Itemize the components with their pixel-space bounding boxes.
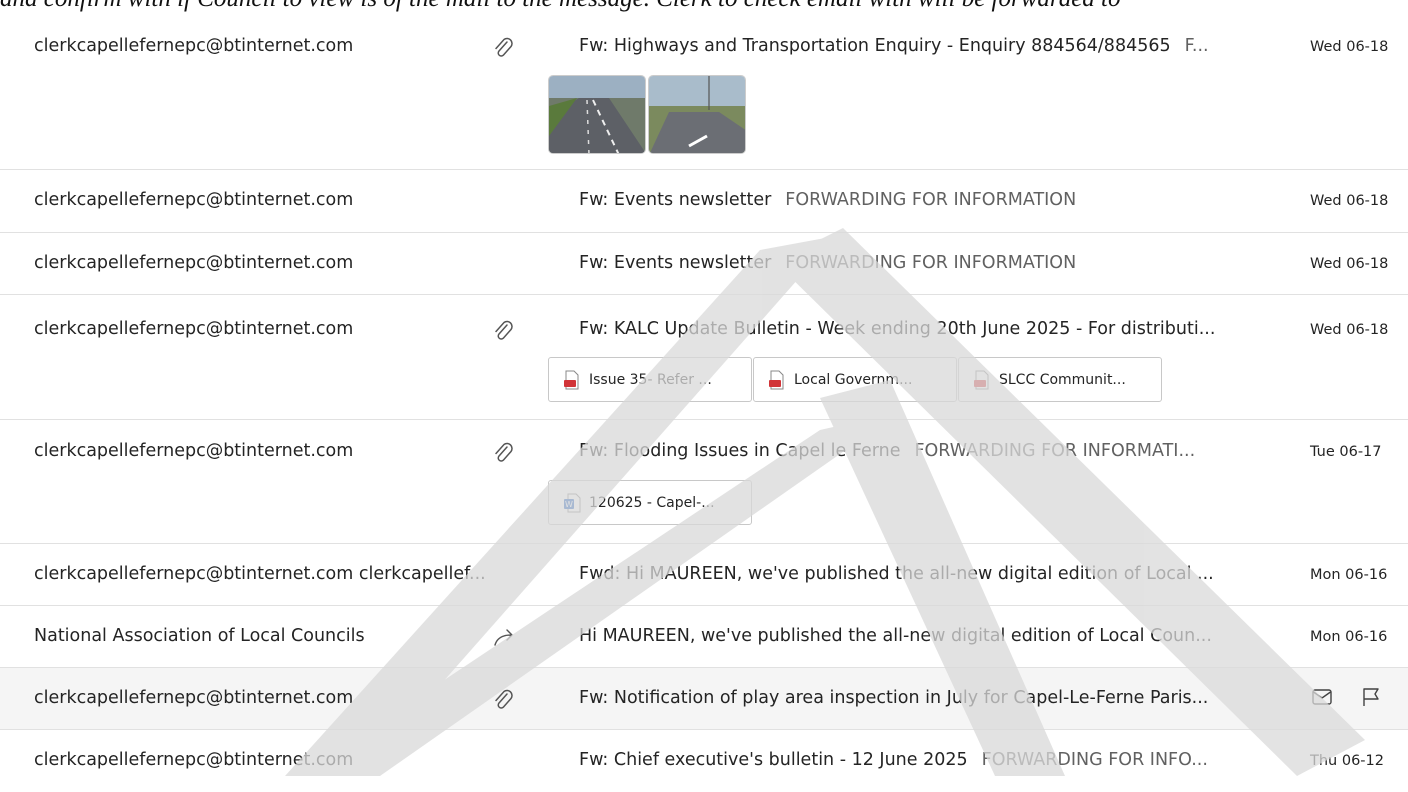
message-subject: Fwd: Hi MAUREEN, we've published the all…: [579, 564, 1267, 584]
svg-text:W: W: [565, 500, 573, 509]
word-icon: W: [563, 493, 581, 513]
sender-name: clerkcapellefernepc@btinternet.com: [34, 36, 354, 56]
sender-name: clerkcapellefernepc@btinternet.com clerk…: [34, 564, 486, 584]
preview-text: FORWARDING FOR INFORMATION: [785, 253, 1077, 273]
pdf-icon: [973, 370, 991, 390]
road-photo-thumbnail[interactable]: [548, 75, 646, 154]
message-subject: Fw: Events newsletter FORWARDING FOR INFO…: [579, 253, 1267, 273]
message-row[interactable]: clerkcapellefernepc@btinternet.com Fw: E…: [0, 233, 1408, 295]
subject-text: Fwd: Hi MAUREEN, we've published the all…: [579, 564, 1214, 584]
message-row[interactable]: clerkcapellefernepc@btinternet.com Fw: E…: [0, 170, 1408, 233]
sender-name: clerkcapellefernepc@btinternet.com: [34, 441, 354, 461]
subject-text: Fw: KALC Update Bulletin - Week ending 2…: [579, 319, 1216, 339]
paperclip-icon: [492, 36, 520, 60]
sender-name: clerkcapellefernepc@btinternet.com: [34, 750, 354, 770]
attachment-name: Issue 35- Refer ...: [589, 371, 712, 388]
preview-text: FORWARDING FOR INFORMATI...: [914, 441, 1196, 461]
paperclip-icon: [492, 319, 520, 343]
message-date: Wed 06-18: [1310, 193, 1389, 209]
message-row[interactable]: clerkcapellefernepc@btinternet.com Fw: C…: [0, 730, 1408, 792]
pdf-icon: [768, 370, 786, 390]
subject-text: Fw: Flooding Issues in Capel le Ferne: [579, 441, 901, 461]
message-row[interactable]: clerkcapellefernepc@btinternet.com Fw: K…: [0, 295, 1408, 420]
flag-icon[interactable]: [1359, 685, 1383, 713]
top-partial-text: and confirm with if Council to view is o…: [0, 0, 1408, 24]
message-row[interactable]: clerkcapellefernepc@btinternet.com Fw: F…: [0, 420, 1408, 544]
sender-name: National Association of Local Councils: [34, 626, 365, 646]
sender-name: clerkcapellefernepc@btinternet.com: [34, 253, 354, 273]
attachment-chip[interactable]: Local Governm...: [753, 357, 957, 402]
attachment-chip[interactable]: Issue 35- Refer ...: [548, 357, 752, 402]
message-row[interactable]: clerkcapellefernepc@btinternet.com Fw: H…: [0, 22, 1408, 170]
preview-text: F...: [1184, 36, 1209, 56]
subject-text: Fw: Notification of play area inspection…: [579, 688, 1209, 708]
envelope-icon[interactable]: [1310, 685, 1334, 713]
message-date: Wed 06-18: [1310, 322, 1389, 338]
sender-name: clerkcapellefernepc@btinternet.com: [34, 190, 354, 210]
message-row[interactable]: National Association of Local Councils H…: [0, 606, 1408, 668]
message-subject: Fw: Chief executive's bulletin - 12 June…: [579, 750, 1267, 770]
message-date: Tue 06-17: [1310, 444, 1382, 460]
message-subject: Fw: Flooding Issues in Capel le Ferne FOR…: [579, 441, 1267, 461]
subject-text: Fw: Events newsletter: [579, 190, 772, 210]
message-subject: Fw: Highways and Transportation Enquiry …: [579, 36, 1267, 56]
attachment-chip[interactable]: W 120625 - Capel-...: [548, 480, 752, 525]
message-date: Mon 06-16: [1310, 629, 1388, 645]
message-date: Mon 06-16: [1310, 567, 1388, 583]
row-actions: [1310, 685, 1383, 713]
message-subject: Fw: Notification of play area inspection…: [579, 688, 1267, 708]
message-subject: Fw: Events newsletter FORWARDING FOR INFO…: [579, 190, 1267, 210]
subject-text: Hi MAUREEN, we've published the all-new …: [579, 626, 1212, 646]
message-subject: Hi MAUREEN, we've published the all-new …: [579, 626, 1267, 646]
attachment-name: 120625 - Capel-...: [589, 494, 715, 511]
paperclip-icon: [492, 688, 520, 712]
road-photo-thumbnail[interactable]: [648, 75, 746, 154]
preview-text: FORWARDING FOR INFO...: [981, 750, 1208, 770]
subject-text: Fw: Highways and Transportation Enquiry …: [579, 36, 1171, 56]
message-date: Wed 06-18: [1310, 256, 1389, 272]
preview-text: FORWARDING FOR INFORMATION: [785, 190, 1077, 210]
message-date: Wed 06-18: [1310, 39, 1389, 55]
message-row[interactable]: clerkcapellefernepc@btinternet.com clerk…: [0, 544, 1408, 606]
sender-name: clerkcapellefernepc@btinternet.com: [34, 688, 354, 708]
subject-text: Fw: Events newsletter: [579, 253, 772, 273]
attachment-chip[interactable]: SLCC Communit...: [958, 357, 1162, 402]
message-row[interactable]: clerkcapellefernepc@btinternet.com Fw: N…: [0, 668, 1408, 730]
attachment-name: SLCC Communit...: [999, 371, 1126, 388]
message-subject: Fw: KALC Update Bulletin - Week ending 2…: [579, 319, 1267, 339]
sender-name: clerkcapellefernepc@btinternet.com: [34, 319, 354, 339]
forward-arrow-icon: [492, 626, 520, 650]
subject-text: Fw: Chief executive's bulletin - 12 June…: [579, 750, 968, 770]
pdf-icon: [563, 370, 581, 390]
paperclip-icon: [492, 441, 520, 465]
attachment-name: Local Governm...: [794, 371, 913, 388]
message-date: Thu 06-12: [1310, 753, 1384, 769]
